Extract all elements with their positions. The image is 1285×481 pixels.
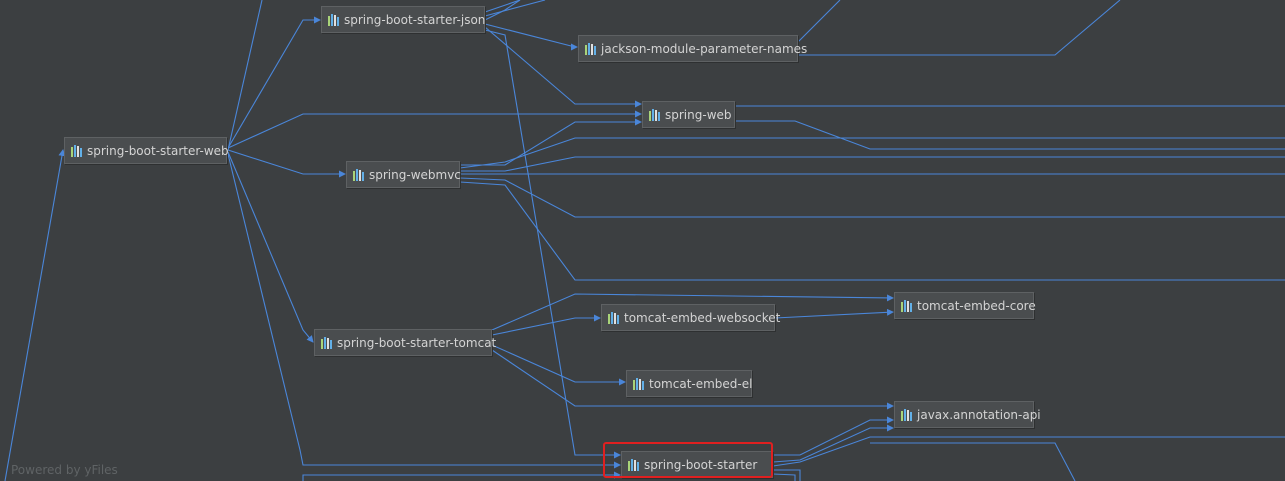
node-label: tomcat-embed-el	[649, 376, 753, 391]
node-tomcat-embed-websocket[interactable]: tomcat-embed-websocket	[601, 304, 780, 331]
edge-webmvc-offscreen-4	[459, 177, 1285, 218]
edge-starter-json-offscreen-2	[484, 0, 546, 17]
edge-boot-starter-offscreen-1	[772, 436, 1285, 467]
edge-starter-web-to-spring-web	[227, 110, 642, 149]
maven-library-icon	[71, 144, 82, 157]
node-label: javax.annotation-api	[917, 407, 1041, 422]
edge-webmvc-offscreen-2	[460, 156, 1285, 172]
node-jackson-module-parameter-names[interactable]: jackson-module-parameter-names	[578, 35, 807, 62]
maven-library-icon	[633, 377, 644, 390]
maven-library-icon	[585, 42, 596, 55]
maven-library-icon	[321, 336, 332, 349]
maven-library-icon	[901, 299, 912, 312]
node-label: tomcat-embed-websocket	[624, 310, 781, 325]
edge-websocket-to-core	[774, 308, 894, 319]
node-label: spring-boot-starter-web	[87, 143, 229, 158]
edge-starter-web-to-boot-starter	[227, 153, 621, 469]
node-label: jackson-module-parameter-names	[601, 41, 808, 56]
edge-boot-starter-offscreen-3	[772, 473, 796, 481]
node-spring-webmvc[interactable]: spring-webmvc	[346, 161, 461, 188]
dependency-graph-canvas[interactable]	[0, 0, 1285, 481]
edge-offscreen-to-starter-web-top	[227, 0, 263, 151]
edge-webmvc-offscreen-1	[459, 137, 1285, 169]
maven-library-icon	[901, 408, 912, 421]
selection-highlight-box	[603, 442, 773, 478]
edge-starter-web-to-starter-tomcat	[227, 151, 314, 343]
node-javax-annotation-api[interactable]: javax.annotation-api	[894, 401, 1041, 428]
edge-boot-starter-offscreen-2	[773, 469, 801, 481]
maven-library-icon	[608, 311, 619, 324]
edge-starter-web-to-spring-webmvc	[227, 149, 346, 178]
edge-spring-web-offscreen-2	[735, 120, 1285, 150]
node-label: spring-boot-starter-json	[344, 12, 486, 27]
edge-jackson-offscreen-1	[797, 0, 841, 43]
edge-webmvc-to-spring-web-1	[460, 118, 642, 166]
maven-library-icon	[353, 168, 364, 181]
node-spring-boot-starter-web[interactable]: spring-boot-starter-web	[64, 137, 229, 164]
node-spring-web[interactable]: spring-web	[642, 101, 735, 128]
edge-starter-json-to-jackson	[484, 23, 578, 51]
node-label: spring-webmvc	[369, 167, 461, 182]
node-tomcat-embed-el[interactable]: tomcat-embed-el	[626, 370, 752, 397]
edge-webmvc-offscreen-5	[459, 181, 1285, 281]
maven-library-icon	[649, 108, 660, 121]
edge-jackson-offscreen-2	[798, 0, 1121, 56]
node-label: tomcat-embed-core	[917, 298, 1036, 313]
node-tomcat-embed-core[interactable]: tomcat-embed-core	[894, 292, 1036, 319]
edge-offscreen-to-starter-web	[4, 149, 66, 481]
edge-starter-web-to-starter-json	[227, 16, 321, 149]
node-label: spring-web	[665, 107, 732, 122]
edge-boot-starter-to-javax-2	[772, 424, 894, 463]
node-spring-boot-starter-tomcat[interactable]: spring-boot-starter-tomcat	[314, 329, 496, 356]
edge-starter-json-offscreen-1	[484, 0, 521, 13]
maven-library-icon	[328, 13, 339, 26]
edge-offscreen-lower-left	[302, 471, 621, 481]
yfiles-watermark: Powered by yFiles	[11, 463, 118, 477]
edge-tomcat-to-websocket	[491, 314, 601, 336]
node-spring-boot-starter-json[interactable]: spring-boot-starter-json	[321, 6, 485, 33]
node-label: spring-boot-starter-tomcat	[337, 335, 497, 350]
edge-offscreen-right-curve	[870, 442, 1076, 481]
